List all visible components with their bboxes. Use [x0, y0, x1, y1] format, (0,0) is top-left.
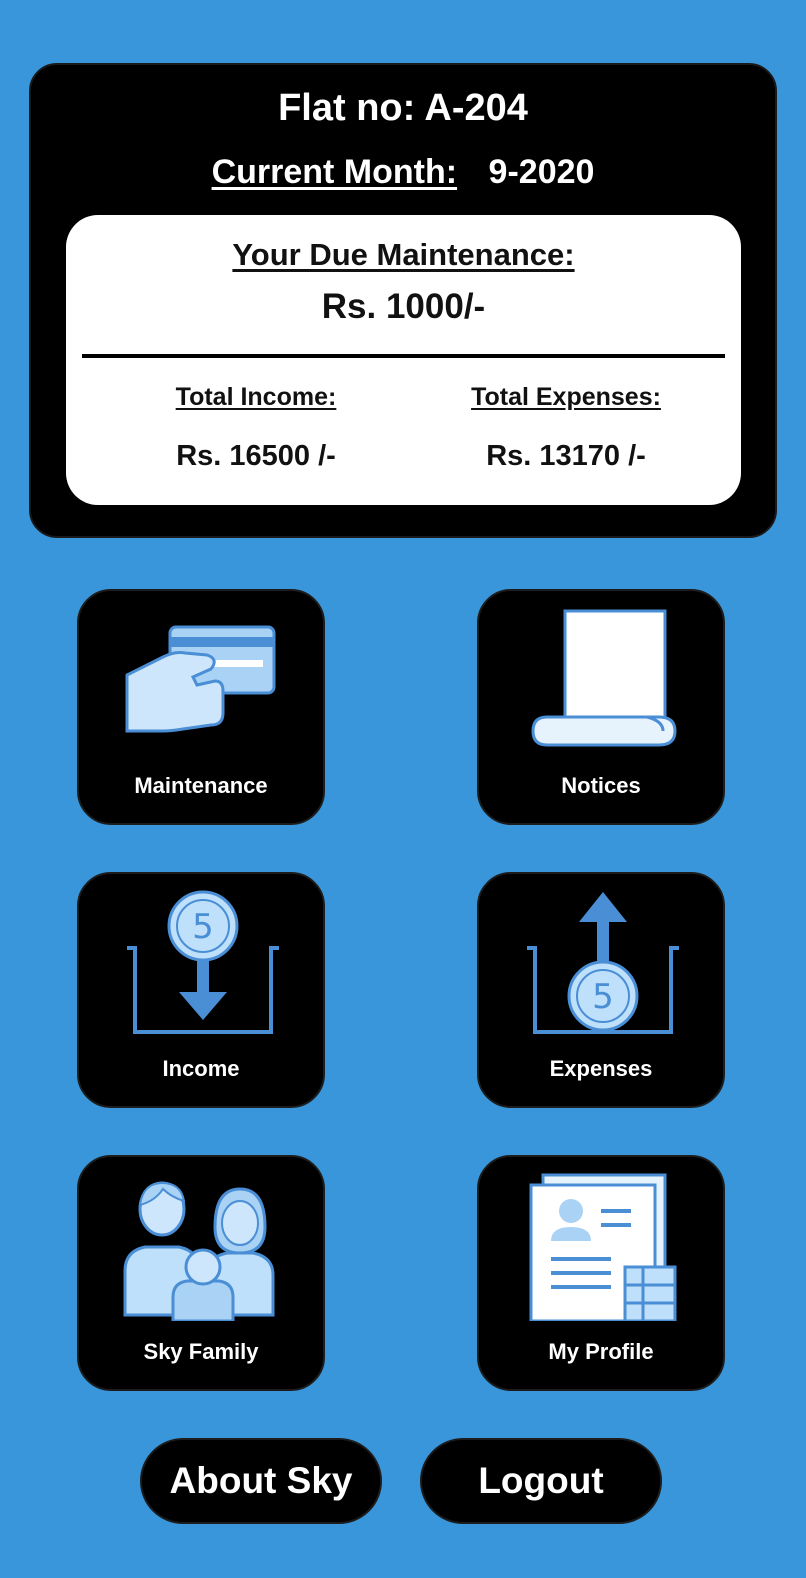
current-month-value: 9-2020: [488, 153, 595, 191]
summary-card: Flat no: A-204 Current Month: 9-2020 You…: [29, 63, 777, 538]
notices-label: Notices: [561, 773, 641, 798]
my-profile-label: My Profile: [548, 1339, 654, 1364]
family-icon: [123, 1181, 275, 1321]
total-expenses-label: Total Expenses:: [471, 383, 661, 411]
expenses-coin-value: 5: [592, 977, 614, 1017]
income-tile[interactable]: 5 Income: [77, 872, 325, 1108]
card-payment-icon: [125, 625, 276, 733]
expenses-label: Expenses: [549, 1056, 653, 1081]
total-income-value: Rs. 16500 /-: [176, 440, 336, 472]
total-income-label: Total Income:: [175, 383, 337, 411]
divider: [82, 354, 725, 358]
scroll-icon: [531, 609, 677, 747]
notices-tile[interactable]: Notices: [477, 589, 725, 825]
income-coin-value: 5: [192, 907, 214, 947]
total-expenses-value: Rs. 13170 /-: [486, 440, 646, 472]
flat-number: Flat no: A-204: [278, 87, 528, 129]
sky-family-label: Sky Family: [143, 1339, 259, 1364]
logout-button[interactable]: Logout: [420, 1438, 662, 1524]
current-month-row: Current Month: 9-2020: [31, 153, 775, 192]
my-profile-tile[interactable]: My Profile: [477, 1155, 725, 1391]
coin-out-icon: 5: [527, 892, 679, 1034]
due-maintenance-label: Your Due Maintenance:: [232, 237, 575, 272]
maintenance-tile[interactable]: Maintenance: [77, 589, 325, 825]
total-income-stat: Total Income: Rs. 16500 /-: [106, 383, 406, 473]
maintenance-label: Maintenance: [134, 773, 268, 798]
about-sky-button[interactable]: About Sky: [140, 1438, 382, 1524]
due-maintenance-value: Rs. 1000/-: [321, 287, 486, 326]
maintenance-panel: Your Due Maintenance: Rs. 1000/- Total I…: [66, 215, 741, 505]
expenses-tile[interactable]: 5 Expenses: [477, 872, 725, 1108]
current-month-label: Current Month:: [211, 153, 458, 191]
total-expenses-stat: Total Expenses: Rs. 13170 /-: [416, 383, 716, 473]
income-label: Income: [162, 1056, 240, 1081]
sky-family-tile[interactable]: Sky Family: [77, 1155, 325, 1391]
profile-document-icon: [529, 1173, 677, 1321]
coin-in-icon: 5: [127, 890, 279, 1034]
